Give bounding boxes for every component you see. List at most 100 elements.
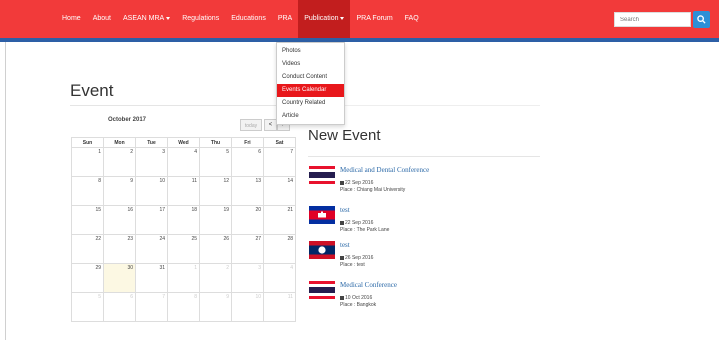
calendar-day-cell[interactable]: 3: [135, 147, 168, 177]
calendar-day-cell[interactable]: 10: [231, 292, 264, 322]
publication-dropdown-menu: Photos Videos Conduct Content Events Cal…: [276, 42, 345, 125]
calendar-icon: [340, 180, 344, 185]
search-input[interactable]: [614, 12, 691, 27]
calendar-icon: [340, 220, 344, 225]
page-title: Event: [70, 81, 114, 100]
calendar-day-cell[interactable]: 27: [231, 234, 264, 264]
calendar-day-cell[interactable]: 1: [167, 263, 200, 293]
weekday-header: Tue: [135, 137, 168, 148]
nav-item-pra-forum[interactable]: PRA Forum: [350, 0, 398, 38]
calendar-day-cell[interactable]: 8: [71, 176, 104, 206]
nav-item-label: ASEAN MRA: [122, 15, 165, 22]
calendar-day-cell[interactable]: 4: [167, 147, 200, 177]
calendar-day-cell[interactable]: 7: [263, 147, 296, 177]
calendar-week-row: 15 16 17 18 19 20 21: [71, 205, 296, 235]
calendar-day-cell[interactable]: 5: [199, 147, 232, 177]
nav-item-label: About: [92, 15, 111, 22]
dropdown-item-photos[interactable]: Photos: [277, 45, 344, 58]
calendar-day-cell[interactable]: 13: [231, 176, 264, 206]
calendar-month-title: October 2017: [108, 117, 147, 123]
calendar-week-row: 29 30 31 1 2 3 4: [71, 263, 296, 293]
calendar-day-cell[interactable]: 10: [135, 176, 168, 206]
event-place: Place : Bangkok: [340, 302, 377, 308]
chevron-down-icon: [340, 16, 345, 20]
calendar-week-row: 22 23 24 25 26 27 28: [71, 234, 296, 264]
calendar-day-cell[interactable]: 3: [231, 263, 264, 293]
nav-item-label: Educations: [231, 15, 266, 22]
event-place: Place : test: [340, 262, 365, 268]
calendar-day-cell[interactable]: 25: [167, 234, 200, 264]
new-event-heading: New Event: [308, 127, 381, 144]
dropdown-item-videos[interactable]: Videos: [277, 58, 344, 71]
nav-item-about[interactable]: About: [87, 0, 117, 38]
event-date: 22 Sep 2016: [340, 180, 373, 186]
laos-flag-icon: [309, 241, 335, 259]
nav-item-label: FAQ: [404, 15, 419, 22]
calendar-day-cell[interactable]: 9: [199, 292, 232, 322]
calendar-weekday-row: Sun Mon Tue Wed Thu Fri Sat: [71, 137, 296, 148]
event-date: 22 Sep 2016: [340, 220, 373, 226]
calendar-day-cell[interactable]: 9: [103, 176, 136, 206]
nav-item-label: Publication: [304, 15, 339, 22]
calendar-day-cell[interactable]: 22: [71, 234, 104, 264]
calendar-day-cell[interactable]: 2: [199, 263, 232, 293]
calendar-day-cell[interactable]: 20: [231, 205, 264, 235]
calendar-day-cell[interactable]: 21: [263, 205, 296, 235]
event-place: Place : The Park Lane: [340, 227, 390, 233]
thailand-flag-icon: [309, 281, 335, 299]
calendar-day-cell[interactable]: 14: [263, 176, 296, 206]
nav-item-label: PRA Forum: [356, 15, 393, 22]
calendar-day-cell[interactable]: 5: [71, 292, 104, 322]
calendar-day-cell[interactable]: 8: [167, 292, 200, 322]
calendar-week-row: 1234567: [71, 147, 296, 177]
calendar-day-cell[interactable]: 1: [71, 147, 104, 177]
dropdown-item-country-related[interactable]: Country Related: [277, 97, 344, 110]
event-title-link[interactable]: test: [340, 206, 350, 214]
nav-item-publication[interactable]: Publication: [298, 0, 351, 38]
calendar-day-cell[interactable]: 4: [263, 263, 296, 293]
nav-item-pra[interactable]: PRA: [272, 0, 298, 38]
calendar-day-cell[interactable]: 16: [103, 205, 136, 235]
calendar-day-cell[interactable]: 7: [135, 292, 168, 322]
calendar-day-cell[interactable]: 24: [135, 234, 168, 264]
dropdown-item-events-calendar[interactable]: Events Calendar: [277, 84, 344, 97]
calendar-day-cell[interactable]: 28: [263, 234, 296, 264]
nav-menu: Home About ASEAN MRA Regulations Educati…: [0, 0, 425, 38]
search-icon: [697, 15, 706, 24]
calendar-day-cell[interactable]: 2: [103, 147, 136, 177]
calendar-day-cell[interactable]: 29: [71, 263, 104, 293]
dropdown-item-conduct-content[interactable]: Conduct Content: [277, 71, 344, 84]
calendar-day-cell[interactable]: 17: [135, 205, 168, 235]
calendar-day-cell[interactable]: 12: [199, 176, 232, 206]
event-title-link[interactable]: Medical Conference: [340, 281, 397, 289]
calendar-day-cell[interactable]: 30: [103, 263, 136, 293]
cambodia-flag-icon: [309, 206, 335, 224]
calendar-day-cell[interactable]: 6: [103, 292, 136, 322]
title-divider: [70, 105, 299, 106]
calendar-day-cell[interactable]: 18: [167, 205, 200, 235]
event-title-link[interactable]: Medical and Dental Conference: [340, 166, 429, 174]
calendar-day-cell[interactable]: 15: [71, 205, 104, 235]
calendar-day-cell[interactable]: 6: [231, 147, 264, 177]
calendar-day-cell[interactable]: 19: [199, 205, 232, 235]
event-place: Place : Chiang Mai University: [340, 187, 406, 193]
calendar-day-cell[interactable]: 26: [199, 234, 232, 264]
weekday-header: Thu: [199, 137, 232, 148]
nav-item-regulations[interactable]: Regulations: [176, 0, 225, 38]
dropdown-item-article[interactable]: Article: [277, 110, 344, 123]
weekday-header: Mon: [103, 137, 136, 148]
event-title-link[interactable]: test: [340, 241, 350, 249]
nav-item-asean-mra[interactable]: ASEAN MRA: [117, 0, 176, 38]
calendar-day-cell[interactable]: 31: [135, 263, 168, 293]
weekday-header: Fri: [231, 137, 264, 148]
search-button[interactable]: [693, 11, 710, 28]
calendar-icon: [340, 295, 344, 300]
calendar-today-button[interactable]: today: [240, 119, 262, 131]
calendar-day-cell[interactable]: 11: [263, 292, 296, 322]
nav-item-faq[interactable]: FAQ: [399, 0, 425, 38]
calendar-grid: Sun Mon Tue Wed Thu Fri Sat 1 2 3 4 5 6 7 8 9 10 1…: [71, 137, 296, 322]
nav-item-educations[interactable]: Educations: [225, 0, 272, 38]
calendar-day-cell[interactable]: 23: [103, 234, 136, 264]
nav-item-home[interactable]: Home: [56, 0, 87, 38]
calendar-day-cell[interactable]: 11: [167, 176, 200, 206]
